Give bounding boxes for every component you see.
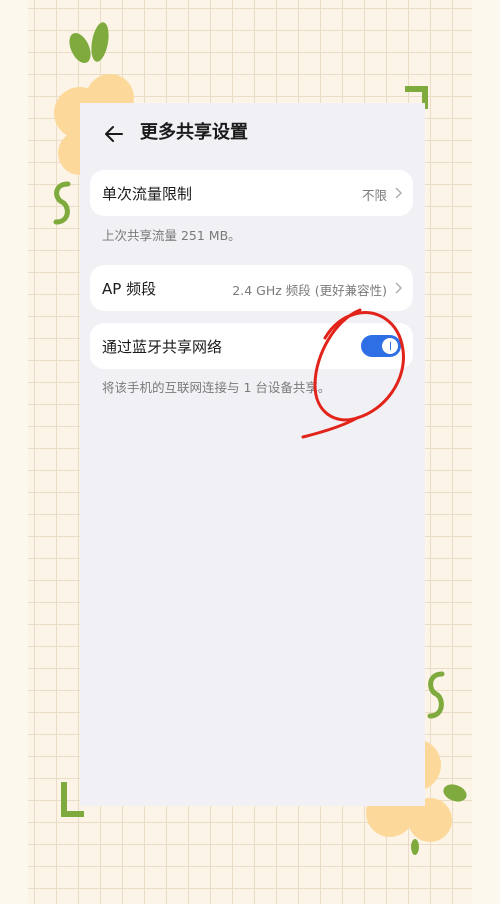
red-circle-annotation [301, 308, 405, 439]
chevron-right-icon [395, 282, 403, 294]
data-limit-row[interactable]: 单次流量限制 不限 [90, 170, 413, 216]
page-title: 更多共享设置 [140, 122, 248, 143]
paper-edge-right [472, 0, 500, 904]
ap-band-label: AP 频段 [102, 280, 157, 298]
chevron-right-icon [395, 187, 403, 199]
back-arrow-icon [105, 126, 123, 142]
header-bar: 更多共享设置 [80, 103, 425, 163]
data-limit-label: 单次流量限制 [102, 185, 193, 203]
last-usage-hint: 上次共享流量 251 MB。 [102, 228, 241, 243]
bluetooth-share-label: 通过蓝牙共享网络 [102, 338, 223, 356]
paper-edge-left [0, 0, 28, 904]
green-swirl-left-decoration [53, 181, 71, 225]
ap-band-value: 2.4 GHz 频段 (更好兼容性) [232, 283, 387, 298]
data-limit-value: 不限 [361, 188, 387, 203]
back-button[interactable] [100, 120, 128, 148]
settings-screen: 更多共享设置 单次流量限制 不限 上次共享流量 251 MB。 AP 频段 2.… [80, 103, 425, 806]
green-swirl-right-decoration [427, 671, 445, 719]
